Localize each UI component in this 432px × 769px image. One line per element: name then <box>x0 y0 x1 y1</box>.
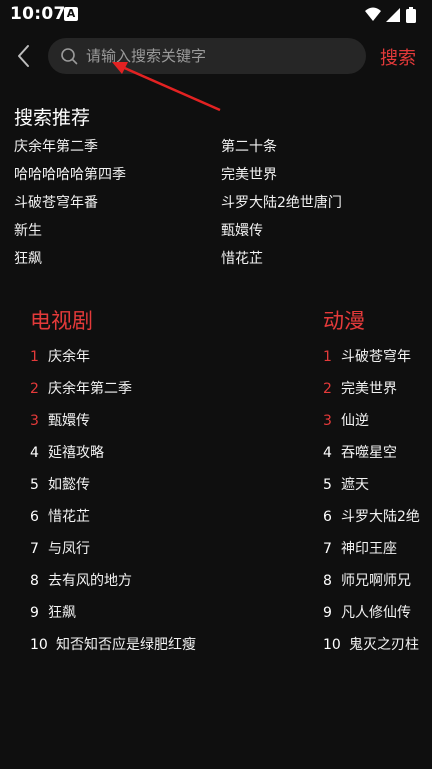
recommend-item[interactable]: 庆余年第二季 <box>14 136 98 156</box>
anime-ranking-item[interactable]: 6 斗罗大陆2绝 <box>323 500 432 532</box>
recommend-item[interactable]: 哈哈哈哈哈第四季 <box>14 164 126 184</box>
tv-ranking-item[interactable]: 7 与凤行 <box>30 532 300 564</box>
tv-ranking-item[interactable]: 4 延禧攻略 <box>30 436 300 468</box>
rank-number: 3 <box>323 413 332 429</box>
rank-title: 惜花芷 <box>48 509 90 525</box>
rank-title: 去有风的地方 <box>48 573 132 589</box>
battery-icon <box>406 7 416 23</box>
rank-title: 仙逆 <box>341 413 369 429</box>
anime-ranking-title: 动漫 <box>323 309 365 333</box>
rank-number: 1 <box>30 349 39 365</box>
rank-title: 完美世界 <box>341 381 397 397</box>
rank-title: 斗罗大陆2绝 <box>341 509 420 525</box>
recommend-item[interactable]: 第二十条 <box>221 136 277 156</box>
recommend-item[interactable]: 斗破苍穹年番 <box>14 192 98 212</box>
anime-ranking: 动漫 1 斗破苍穹年 2 完美世界 3 仙逆 4 吞噬星空 5 遮天 6 斗罗大陆2绝 7神… <box>323 306 432 660</box>
search-page: 10:07 A 搜索 搜索推荐 <box>0 0 432 769</box>
rank-number: 9 <box>323 605 332 621</box>
rank-number: 5 <box>30 477 39 493</box>
rank-number: 3 <box>30 413 39 429</box>
rank-title: 知否知否应是绿肥红瘦 <box>56 637 196 653</box>
rank-number: 1 <box>323 349 332 365</box>
recommend-item[interactable]: 狂飙 <box>14 248 42 268</box>
rank-title: 吞噬星空 <box>341 445 397 461</box>
tv-ranking-item[interactable]: 3 甄嬛传 <box>30 404 300 436</box>
recommend-item[interactable]: 惜花芷 <box>221 248 263 268</box>
rank-number: 10 <box>323 637 341 653</box>
tv-ranking-list: 1 庆余年 2 庆余年第二季 3 甄嬛传 4 延禧攻略 5 如懿传 6 惜花芷 7 与凤行 8… <box>30 340 300 660</box>
tv-ranking-item[interactable]: 9 狂飙 <box>30 596 300 628</box>
anime-ranking-item[interactable]: 7 神印王座 <box>323 532 432 564</box>
rank-title: 遮天 <box>341 477 369 493</box>
rank-title: 师兄啊师兄 <box>341 573 411 589</box>
recommend-item[interactable]: 新生 <box>14 220 42 240</box>
recommend-title: 搜索推荐 <box>14 107 91 129</box>
rank-title: 与凤行 <box>48 541 90 557</box>
search-box[interactable] <box>48 38 366 74</box>
rank-title: 庆余年第二季 <box>48 381 132 397</box>
tv-ranking-item[interactable]: 8 去有风的地方 <box>30 564 300 596</box>
rank-number: 7 <box>30 541 39 557</box>
anime-ranking-item[interactable]: 8 师兄啊师兄 <box>323 564 432 596</box>
rank-title: 延禧攻略 <box>48 445 104 461</box>
anime-ranking-item[interactable]: 9 凡人修仙传 <box>323 596 432 628</box>
status-bar: 10:07 A <box>0 0 432 32</box>
anime-ranking-list: 1 斗破苍穹年 2 完美世界 3 仙逆 4 吞噬星空 5 遮天 6 斗罗大陆2绝 7 神印王座… <box>323 340 432 660</box>
anime-ranking-item[interactable]: 4 吞噬星空 <box>323 436 432 468</box>
rank-number: 8 <box>323 573 332 589</box>
rank-number: 2 <box>323 381 332 397</box>
search-button[interactable]: 搜索 <box>380 44 416 70</box>
recommend-grid: 庆余年第二季 第二十条 哈哈哈哈哈第四季 完美世界 斗破苍穹年番 斗罗大陆2绝世… <box>14 136 424 276</box>
rank-title: 如懿传 <box>48 477 90 493</box>
rank-number: 2 <box>30 381 39 397</box>
rank-title: 凡人修仙传 <box>341 605 411 621</box>
rank-number: 8 <box>30 573 39 589</box>
back-arrow-icon[interactable] <box>12 42 36 70</box>
rank-number: 6 <box>30 509 39 525</box>
rank-number: 9 <box>30 605 39 621</box>
rank-title: 鬼灭之刃柱 <box>349 637 419 653</box>
anime-ranking-item[interactable]: 5 遮天 <box>323 468 432 500</box>
recommend-item[interactable]: 斗罗大陆2绝世唐门 <box>221 192 342 212</box>
rank-title: 斗破苍穹年 <box>341 349 411 365</box>
anime-ranking-item[interactable]: 1 斗破苍穹年 <box>323 340 432 372</box>
tv-ranking-item[interactable]: 6 惜花芷 <box>30 500 300 532</box>
status-time: 10:07 <box>10 4 66 24</box>
rank-title: 甄嬛传 <box>48 413 90 429</box>
rank-number: 5 <box>323 477 332 493</box>
rank-number: 4 <box>30 445 39 461</box>
status-icons <box>365 7 416 23</box>
rank-title: 庆余年 <box>48 349 90 365</box>
notification-icon: A <box>64 7 78 21</box>
rank-number: 6 <box>323 509 332 525</box>
rank-title: 神印王座 <box>341 541 397 557</box>
rank-number: 7 <box>323 541 332 557</box>
tv-ranking-item[interactable]: 1 庆余年 <box>30 340 300 372</box>
tv-ranking-title: 电视剧 <box>30 309 93 333</box>
search-icon <box>61 48 78 65</box>
wifi-icon <box>365 7 381 21</box>
recommend-item[interactable]: 甄嬛传 <box>221 220 263 240</box>
anime-ranking-item[interactable]: 2 完美世界 <box>323 372 432 404</box>
recommend-item[interactable]: 完美世界 <box>221 164 277 184</box>
tv-ranking: 电视剧 1 庆余年 2 庆余年第二季 3 甄嬛传 4 延禧攻略 5 如懿传 6 惜花芷 7与… <box>30 306 300 660</box>
rank-number: 10 <box>30 637 48 653</box>
tv-ranking-item[interactable]: 5 如懿传 <box>30 468 300 500</box>
anime-ranking-item[interactable]: 3 仙逆 <box>323 404 432 436</box>
search-input[interactable] <box>86 38 356 74</box>
tv-ranking-item[interactable]: 10 知否知否应是绿肥红瘦 <box>30 628 300 660</box>
tv-ranking-item[interactable]: 2 庆余年第二季 <box>30 372 300 404</box>
signal-icon <box>386 8 400 22</box>
rank-title: 狂飙 <box>48 605 76 621</box>
anime-ranking-item[interactable]: 10 鬼灭之刃柱 <box>323 628 432 660</box>
rank-number: 4 <box>323 445 332 461</box>
